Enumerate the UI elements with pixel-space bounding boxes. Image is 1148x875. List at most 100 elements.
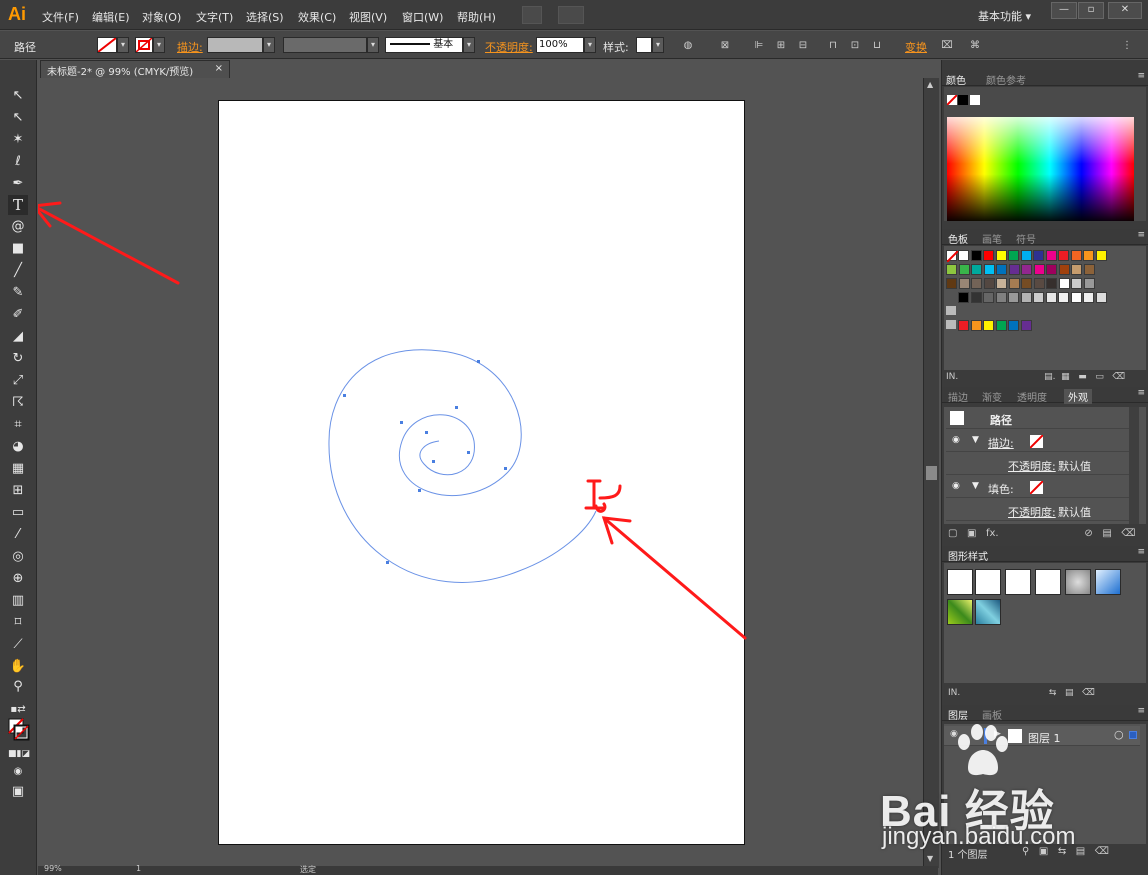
- graphic-style-default[interactable]: [947, 569, 973, 595]
- color-swatch[interactable]: [958, 278, 970, 289]
- color-swatch[interactable]: [1033, 250, 1044, 261]
- menu-select[interactable]: 选择(S): [246, 9, 284, 25]
- color-swatch[interactable]: [958, 250, 969, 261]
- color-panel-menu-icon[interactable]: ≡: [1137, 71, 1145, 81]
- appearance-fill-row[interactable]: ◉ ▼ 填色:: [946, 476, 1131, 498]
- eye-icon[interactable]: ◉: [952, 481, 960, 491]
- color-swatch[interactable]: [996, 278, 1007, 289]
- align-to-icon[interactable]: ⊠: [718, 39, 732, 52]
- zoom-level[interactable]: 99%: [44, 864, 62, 873]
- color-swatch[interactable]: [1020, 250, 1032, 261]
- color-swatch[interactable]: [1083, 264, 1095, 275]
- color-swatch[interactable]: [971, 278, 982, 289]
- color-swatch[interactable]: [1046, 278, 1057, 289]
- opacity-label[interactable]: 不透明度:: [485, 39, 533, 55]
- color-swatch[interactable]: [970, 250, 982, 261]
- hand-tool-icon[interactable]: ✋: [8, 657, 28, 677]
- stroke-none-swatch[interactable]: [1029, 434, 1044, 449]
- variable-width-profile[interactable]: [283, 37, 367, 53]
- workspace-switcher[interactable]: 基本功能 ▾: [972, 5, 1037, 25]
- appearance-object-row[interactable]: 路径: [946, 407, 1131, 429]
- appearance-opacity-label-2[interactable]: 不透明度:: [1008, 504, 1056, 520]
- color-swatch[interactable]: [1095, 250, 1107, 261]
- scroll-down-icon[interactable]: ▼: [927, 854, 933, 863]
- expand-triangle-icon[interactable]: ▼: [972, 481, 979, 491]
- transform-label[interactable]: 变换: [905, 39, 927, 55]
- graphic-style-teal[interactable]: [975, 599, 1001, 625]
- zoom-tool-icon[interactable]: ⚲: [8, 677, 28, 697]
- color-swatch[interactable]: [1071, 278, 1082, 289]
- scale-tool-icon[interactable]: ⤢: [8, 371, 28, 391]
- swatch-group-folder-icon[interactable]: [946, 320, 956, 329]
- shape-builder-tool-icon[interactable]: ◕: [8, 437, 28, 457]
- color-swatch[interactable]: [1045, 250, 1057, 261]
- appearance-opacity-row-1[interactable]: 不透明度: 默认值: [946, 453, 1131, 475]
- none-swatch[interactable]: [946, 250, 959, 263]
- graphic-styles-menu-icon[interactable]: ≡: [1137, 547, 1145, 557]
- color-swatch[interactable]: [995, 292, 1007, 303]
- menu-view[interactable]: 视图(V): [349, 9, 387, 25]
- eyedropper-tool-icon[interactable]: ⁄: [8, 525, 28, 545]
- gradient-tool-icon[interactable]: ▭: [8, 503, 28, 523]
- bridge-icon[interactable]: [522, 6, 542, 24]
- tab-swatches[interactable]: 色板: [948, 231, 968, 246]
- layer-name[interactable]: 图层 1: [1028, 730, 1061, 746]
- align-right-icon[interactable]: ⊟: [796, 39, 810, 52]
- color-swatch[interactable]: [1008, 264, 1020, 275]
- tab-appearance[interactable]: 外观: [1064, 389, 1092, 404]
- appearance-stroke-row[interactable]: ◉ ▼ 描边:: [946, 430, 1131, 452]
- close-tab-icon[interactable]: ×: [215, 63, 223, 74]
- fill-stroke-indicator[interactable]: [8, 718, 30, 744]
- pencil-tool-icon[interactable]: ✎: [8, 283, 28, 303]
- eraser-tool-icon[interactable]: ◢: [8, 327, 28, 347]
- color-swatch[interactable]: [1070, 292, 1082, 303]
- maximize-icon[interactable]: ▫: [1078, 2, 1104, 19]
- free-transform-tool-icon[interactable]: ⌗: [8, 415, 28, 435]
- perspective-grid-tool-icon[interactable]: ▦: [8, 459, 28, 479]
- edit-options-icon[interactable]: ⌘: [968, 39, 982, 52]
- type-tool-icon[interactable]: T: [8, 195, 28, 215]
- align-bottom-icon[interactable]: ⊔: [870, 39, 884, 52]
- align-left-icon[interactable]: ⊫: [752, 39, 766, 52]
- layer-selection-indicator[interactable]: [1129, 731, 1137, 739]
- blend-tool-icon[interactable]: ◎: [8, 547, 28, 567]
- color-swatch[interactable]: [1021, 264, 1032, 275]
- color-swatch[interactable]: [1058, 250, 1069, 261]
- mesh-tool-icon[interactable]: ⊞: [8, 481, 28, 501]
- tab-graphic-styles[interactable]: 图形样式: [948, 548, 988, 563]
- color-swatch[interactable]: [1045, 292, 1057, 303]
- graphic-style-swatch[interactable]: [636, 37, 652, 53]
- color-swatch[interactable]: [946, 278, 957, 289]
- color-swatch[interactable]: [1033, 264, 1045, 275]
- graphic-style-blue[interactable]: [1095, 569, 1121, 595]
- color-swatch[interactable]: [1008, 320, 1019, 331]
- color-swatch[interactable]: [1033, 278, 1045, 289]
- opacity-input[interactable]: 100%: [536, 37, 584, 53]
- color-swatch[interactable]: [983, 278, 995, 289]
- rotate-tool-icon[interactable]: ↻: [8, 349, 28, 369]
- color-swatch[interactable]: [1058, 264, 1070, 275]
- fill-none-swatch[interactable]: [1029, 480, 1044, 495]
- color-swatch[interactable]: [1083, 292, 1094, 303]
- menu-effect[interactable]: 效果(C): [298, 9, 336, 25]
- isolate-icon[interactable]: ⌧: [940, 39, 954, 52]
- color-swatch[interactable]: [1070, 250, 1082, 261]
- menu-file[interactable]: 文件(F): [42, 9, 79, 25]
- color-swatch[interactable]: [983, 250, 994, 261]
- rectangle-tool-icon[interactable]: ■: [8, 239, 28, 259]
- artboard-tool-icon[interactable]: ⌑: [8, 613, 28, 633]
- scroll-up-icon[interactable]: ▲: [927, 80, 933, 89]
- stroke-weight-dropdown[interactable]: ▾: [263, 37, 275, 53]
- color-swatch[interactable]: [983, 292, 994, 303]
- tab-stroke[interactable]: 描边: [948, 389, 968, 404]
- tab-gradient[interactable]: 渐变: [982, 389, 1002, 404]
- stroke-swatch[interactable]: [135, 37, 153, 53]
- vertical-scrollbar[interactable]: ▲ ▼: [923, 78, 939, 868]
- paintbrush-tool-icon[interactable]: ╱: [8, 261, 28, 281]
- spiral-tool-icon[interactable]: @: [8, 217, 28, 237]
- color-swatch[interactable]: [1095, 292, 1107, 303]
- appearance-panel-menu-icon[interactable]: ≡: [1137, 388, 1145, 398]
- color-swatch[interactable]: [1008, 278, 1020, 289]
- drawing-mode-icon[interactable]: ◉: [8, 762, 28, 782]
- menu-help[interactable]: 帮助(H): [457, 9, 496, 25]
